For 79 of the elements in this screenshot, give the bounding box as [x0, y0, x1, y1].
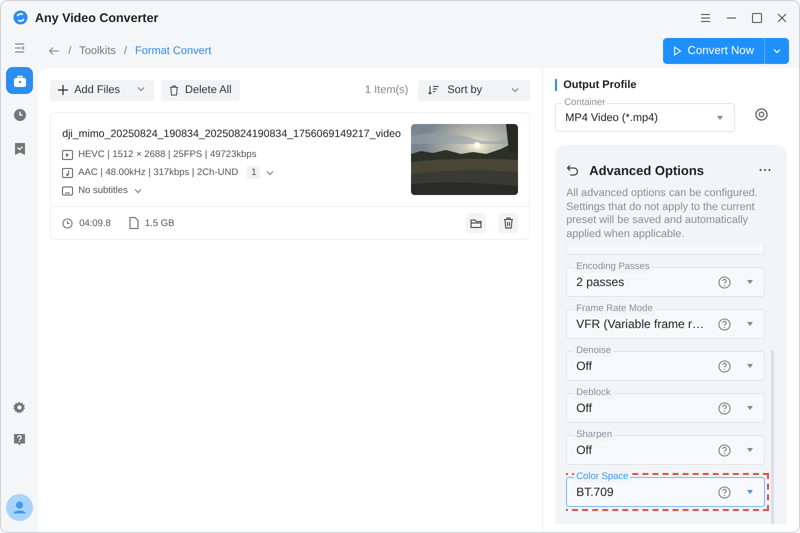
help-icon[interactable]: [13, 433, 26, 447]
breadcrumb-separator: /: [124, 45, 127, 57]
plus-icon: [58, 85, 68, 95]
maximize-icon[interactable]: [752, 12, 762, 22]
item-count: 1 Item(s): [364, 84, 408, 96]
close-icon[interactable]: [777, 12, 787, 22]
field-value: BT.709: [576, 485, 615, 499]
breadcrumb-separator: /: [68, 45, 72, 57]
more-icon[interactable]: [757, 168, 773, 172]
help-icon[interactable]: [718, 318, 731, 330]
back-icon[interactable]: [48, 46, 60, 56]
chevron-down-icon: [136, 84, 146, 94]
settings-icon[interactable]: [755, 108, 768, 121]
field-value: Off: [576, 359, 593, 373]
settings-icon[interactable]: [13, 401, 26, 414]
select-field[interactable]: Denoise Off: [566, 345, 765, 381]
field-label: Sharpen: [574, 429, 614, 441]
video-info: HEVC | 1512 × 2688 | 25FPS | 49723kbps: [78, 149, 256, 160]
field-label: Denoise: [574, 345, 614, 357]
trash-icon: [502, 217, 514, 229]
help-icon[interactable]: [718, 486, 731, 498]
select-field[interactable]: Encoding Passes 2 passes: [566, 261, 765, 297]
field-value: 2 passes: [576, 275, 626, 289]
toolbox-icon[interactable]: [6, 67, 34, 94]
subtitle-icon: [62, 186, 74, 196]
clock-icon: [62, 218, 74, 228]
select-field[interactable]: Deblock Off: [566, 387, 765, 423]
caret-icon[interactable]: [745, 404, 755, 412]
file-size: 1.5 GB: [144, 218, 174, 228]
field-value: Off: [576, 401, 593, 415]
field-value: MP4 Video (*.mp4): [565, 112, 659, 124]
app-logo-icon: [13, 10, 28, 25]
folder-icon: [470, 218, 482, 228]
audio-track-badge[interactable]: 1: [247, 166, 260, 179]
section-title: Output Profile: [563, 79, 637, 91]
window-title: Any Video Converter: [35, 10, 158, 24]
caret-icon[interactable]: [745, 488, 755, 496]
file-name: dji_mimo_20250824_190834_20250824190834_1756069149217_video: [62, 128, 402, 140]
delete-button[interactable]: [498, 213, 518, 233]
trash-icon: [169, 84, 180, 96]
help-icon[interactable]: [718, 360, 731, 372]
caret-icon[interactable]: [745, 278, 755, 286]
caret-icon[interactable]: [745, 446, 755, 454]
sort-icon: [428, 85, 440, 95]
description: All advanced options can be configured. Settings that do not apply to the current preset will be saved and automatically applied when applicable.: [566, 187, 759, 241]
file-icon: [128, 217, 139, 229]
sort-by-button[interactable]: Sort by: [418, 80, 530, 100]
avatar-icon[interactable]: [6, 494, 34, 521]
chevron-down-icon: [772, 46, 782, 56]
collapse-menu-icon[interactable]: [14, 43, 26, 53]
container-select[interactable]: Container MP4 Video (*.mp4): [555, 97, 736, 132]
play-icon: [672, 46, 682, 56]
panel-title: Advanced Options: [589, 162, 704, 178]
field-label: Encoding Passes: [574, 261, 652, 273]
select-field[interactable]: Sharpen Off: [566, 429, 765, 465]
folder-button[interactable]: [466, 213, 486, 233]
breadcrumb-link[interactable]: Toolkits: [79, 45, 116, 57]
video-icon: [62, 150, 74, 160]
caret-icon[interactable]: [745, 362, 755, 370]
caret-icon[interactable]: [745, 320, 755, 328]
chevron-down-icon: [510, 85, 520, 95]
field-label: Frame Rate Mode: [574, 303, 655, 315]
delete-all-button[interactable]: Delete All: [161, 80, 240, 100]
field-label: Color Space: [574, 471, 630, 483]
select-field[interactable]: Color Space BT.709: [566, 471, 765, 507]
field-value: Off: [576, 443, 593, 457]
select-field[interactable]: Frame Rate Mode VFR (Variable frame r…: [566, 303, 765, 339]
subtitle-info: No subtitles: [78, 185, 128, 196]
undo-icon[interactable]: [566, 164, 580, 176]
duration: 04:09.8: [79, 218, 111, 228]
help-icon[interactable]: [718, 276, 731, 288]
audio-icon: [62, 168, 74, 178]
help-icon[interactable]: [718, 444, 731, 456]
caret-icon[interactable]: [715, 114, 726, 122]
field-label: Deblock: [574, 387, 613, 399]
field-value: VFR (Variable frame r…: [576, 317, 704, 331]
audio-info: AAC | 48.00kHz | 317kbps | 2Ch-UND: [78, 167, 238, 178]
help-icon[interactable]: [718, 402, 731, 414]
menu-icon[interactable]: [700, 12, 711, 22]
